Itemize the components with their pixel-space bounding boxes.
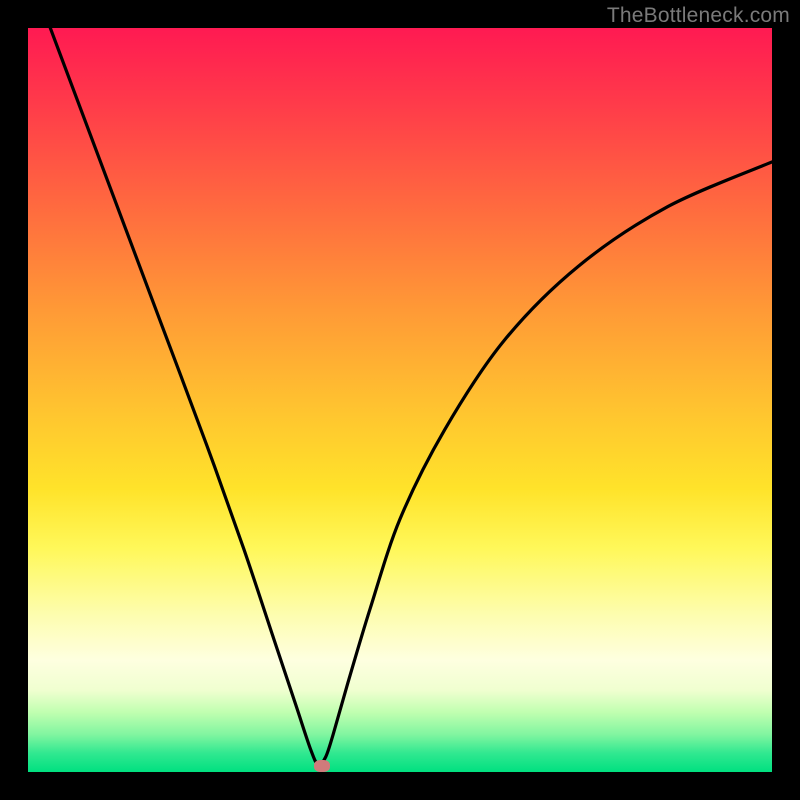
bottleneck-curve [28, 28, 772, 772]
optimal-marker [314, 760, 330, 772]
chart-frame: TheBottleneck.com [0, 0, 800, 800]
watermark-text: TheBottleneck.com [607, 4, 790, 28]
plot-area [28, 28, 772, 772]
